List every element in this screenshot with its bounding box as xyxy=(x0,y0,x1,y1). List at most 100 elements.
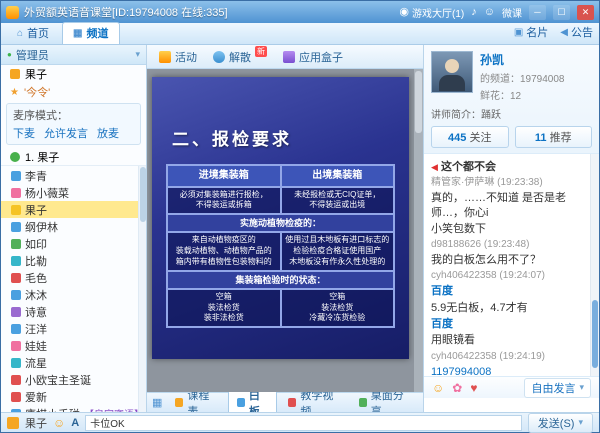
user-avatar-icon xyxy=(11,358,21,368)
user-avatar-icon xyxy=(11,205,21,215)
app-logo-icon xyxy=(6,6,19,19)
chat-username[interactable]: 百度 xyxy=(431,317,586,331)
user-list-item[interactable]: 诗意 xyxy=(1,303,138,320)
chat-input-area[interactable] xyxy=(424,398,599,412)
home-icon: ⌂ xyxy=(17,28,23,39)
main-tabs: ⌂ 首页 ▦ 频道 ▣ 名片 ◀ 公告 xyxy=(1,23,599,45)
mic-down-button[interactable]: 下麦 xyxy=(13,125,35,141)
emoticon-icon[interactable]: ☺ xyxy=(53,417,65,429)
scrollbar-thumb[interactable] xyxy=(415,71,422,133)
self-avatar-icon xyxy=(7,417,19,429)
sidebar: ● 管理员 ▾ 果子 ★ '今令' 麦序模式： 下麦 允许发言 放麦 xyxy=(1,45,147,412)
notice-label: 公告 xyxy=(571,24,593,40)
admin-section-header[interactable]: ● 管理员 ▾ xyxy=(1,45,146,65)
owner-avatar-icon xyxy=(10,69,20,79)
speak-mode-button[interactable]: 自由发言 ▾ xyxy=(524,378,591,398)
table-cell: 空箱 装法检货 冷藏冷冻货检验 xyxy=(281,289,395,327)
chevron-down-icon: ▾ xyxy=(578,417,583,428)
right-panel: 孙凯 的频道：19794008 鲜花：12 讲师简介：踊跃 445 关注 11 … xyxy=(424,45,599,412)
view-grid-icon[interactable]: ▦ xyxy=(152,396,162,409)
user-list-item[interactable]: 比勒 xyxy=(1,252,138,269)
chat-message-list: ◀ 这个都不会 精管家·伊萨琳 (19:23:38) 真的，……不知道 是否是老… xyxy=(424,154,599,376)
mic-queue-label: 1. 果子 xyxy=(25,149,59,165)
user-avatar-icon xyxy=(11,375,21,385)
message-input[interactable] xyxy=(85,415,522,431)
presenter-avatar[interactable] xyxy=(431,51,473,93)
main-layout: ● 管理员 ▾ 果子 ★ '今令' 麦序模式： 下麦 允许发言 放麦 xyxy=(1,45,599,412)
chat-message: 用眼镜看 xyxy=(431,333,586,347)
owner-name: 果子 xyxy=(25,66,47,82)
activity-button[interactable]: 活动 xyxy=(159,49,197,65)
speaker-icon: ◀ xyxy=(560,27,568,38)
presenter-info: 孙凯 的频道：19794008 鲜花：12 xyxy=(480,51,565,102)
slide-title: 二、报检要求 xyxy=(172,125,395,150)
user-list-item[interactable]: 沐沐 xyxy=(1,286,138,303)
font-icon[interactable]: A xyxy=(71,417,79,429)
chat-scrollbar[interactable] xyxy=(590,154,599,376)
allow-speak-button[interactable]: 允许发言 xyxy=(44,125,88,141)
notice-button[interactable]: ◀ 公告 xyxy=(560,24,593,40)
maximize-button[interactable]: ☐ xyxy=(553,5,570,20)
subchannel-row[interactable]: ★ '今令' xyxy=(1,83,146,101)
user-list-item[interactable]: 爱新 xyxy=(1,388,138,405)
chat-username[interactable]: 百度 xyxy=(431,284,586,298)
chat-message: 真的，……不知道 是否是老师…，你心i xyxy=(431,191,586,220)
release-mic-button[interactable]: 放麦 xyxy=(97,125,119,141)
tab-channel[interactable]: ▦ 频道 xyxy=(62,22,119,44)
sidebar-scrollbar[interactable] xyxy=(138,166,146,412)
chat-meta: cyh406422358 (19:24:07) xyxy=(431,269,586,282)
user-list-item[interactable]: 杨小薇菜 xyxy=(1,184,138,201)
user-list-item[interactable]: 流星 xyxy=(1,354,138,371)
game-hall-button[interactable]: ◉ 游戏大厅(1) xyxy=(399,5,464,20)
user-list-item[interactable]: 李青 xyxy=(1,167,138,184)
activity-icon xyxy=(159,51,171,63)
user-list-item[interactable]: 娃娃 xyxy=(1,337,138,354)
channel-toolbar: 活动 解散 新 应用盒子 xyxy=(147,45,423,69)
tab-home[interactable]: ⌂ 首页 xyxy=(7,23,59,44)
mic-queue-item[interactable]: 1. 果子 xyxy=(1,148,146,166)
whiteboard-scrollbar[interactable] xyxy=(414,69,423,392)
emoticon-icon[interactable]: ☺ xyxy=(432,382,444,394)
close-button[interactable]: ✕ xyxy=(577,5,594,20)
table-header-cell: 进境集装箱 xyxy=(167,165,281,187)
scrollbar-thumb[interactable] xyxy=(140,167,146,222)
user-avatar-icon xyxy=(11,273,21,283)
flower-icon[interactable]: ✿ xyxy=(452,382,462,394)
chat-link[interactable]: 1197994008 xyxy=(431,365,586,376)
user-avatar-icon xyxy=(11,392,21,402)
tab-home-label: 首页 xyxy=(27,25,49,41)
whiteboard-area[interactable]: 二、报检要求 进境集装箱 出境集装箱 必须对集装箱进行报检， 不得装运或拆箱 未… xyxy=(147,69,423,392)
music-icon[interactable]: ♪ xyxy=(471,7,477,18)
mic-mode-actions: 下麦 允许发言 放麦 xyxy=(13,125,134,141)
chat-meta: 精管家·伊萨琳 (19:23:38) xyxy=(431,176,586,189)
recommend-button[interactable]: 11 推荐 xyxy=(515,126,593,148)
presenter-stats: 445 关注 11 推荐 xyxy=(431,126,592,148)
dismiss-button[interactable]: 解散 新 xyxy=(213,49,267,65)
presenter-card: 孙凯 的频道：19794008 鲜花：12 讲师简介：踊跃 445 关注 11 … xyxy=(424,45,599,154)
follow-button[interactable]: 445 关注 xyxy=(431,126,509,148)
profile-icon[interactable]: ☺ xyxy=(484,7,495,18)
gamepad-icon: ◉ xyxy=(399,7,409,18)
send-button[interactable]: 发送(S) ▾ xyxy=(528,413,593,433)
user-list-item[interactable]: 纲伊林 xyxy=(1,218,138,235)
heart-icon[interactable]: ♥ xyxy=(470,382,477,394)
appbox-button[interactable]: 应用盒子 xyxy=(283,49,343,65)
channel-owner-row[interactable]: 果子 xyxy=(1,65,146,83)
minimize-button[interactable]: ─ xyxy=(529,5,546,20)
user-avatar-icon xyxy=(11,324,21,334)
titlebar: 外贸额英语音课堂[ID:19794008 在线:335] ◉ 游戏大厅(1) ♪… xyxy=(1,1,599,23)
user-list-item[interactable]: 汪洋 xyxy=(1,320,138,337)
speaking-icon xyxy=(10,152,20,162)
user-list-item-selected[interactable]: 果子 xyxy=(1,201,138,218)
user-list-item[interactable]: 如印 xyxy=(1,235,138,252)
presenter-name[interactable]: 孙凯 xyxy=(480,51,565,68)
mini-course-button[interactable]: 微课 xyxy=(502,5,522,20)
scrollbar-thumb[interactable] xyxy=(592,300,598,368)
user-avatar-icon xyxy=(11,222,21,232)
name-card-button[interactable]: ▣ 名片 xyxy=(514,24,548,40)
user-avatar-icon xyxy=(11,290,21,300)
user-list-item[interactable]: 小欧宝主圣诞 xyxy=(1,371,138,388)
user-list-item[interactable]: 毛色 xyxy=(1,269,138,286)
user-title-badge: 【皇家蜜语】 xyxy=(84,406,138,412)
user-list-item[interactable]: 康棋小手碰【皇家蜜语】 xyxy=(1,405,138,412)
